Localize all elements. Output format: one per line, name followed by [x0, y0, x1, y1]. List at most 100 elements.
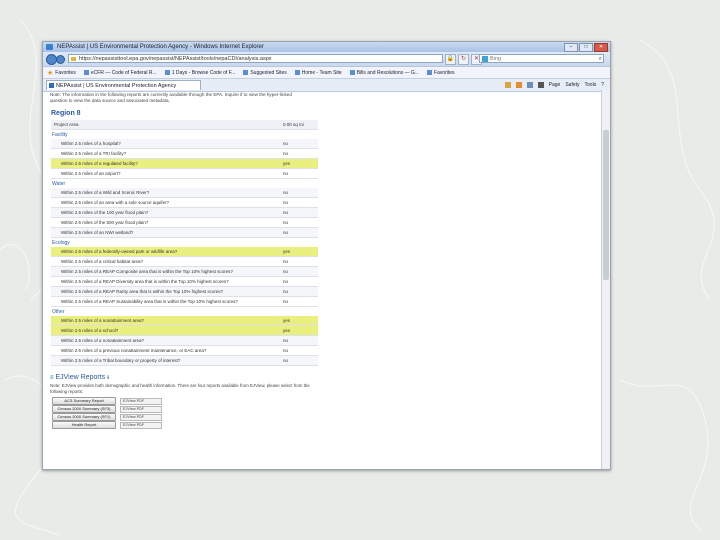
question-link[interactable]: Within 2.5 miles of a federally-owned pa…	[51, 247, 279, 257]
question-link[interactable]: Within 2.5 miles of a REAP Composite are…	[51, 266, 279, 277]
category-row: Ecology	[51, 237, 318, 247]
favorites-item-label: Home - Team Site	[301, 69, 342, 76]
safety-menu[interactable]: Safety	[565, 80, 579, 90]
question-link[interactable]: Within 2.5 miles of a TRI facility?	[51, 148, 279, 159]
page-icon	[243, 70, 249, 75]
question-link[interactable]: Within 2.5 miles of a regulated facility…	[51, 158, 279, 169]
category-row: Other	[51, 306, 318, 316]
question-link[interactable]: Within 2.5 miles of an airport?	[51, 168, 279, 179]
report-pdf-link[interactable]: EJView PDF	[120, 421, 162, 429]
answer-value: no	[279, 266, 318, 277]
table-row: Within 2.5 miles of a nonattainment area…	[51, 335, 318, 346]
epa-icon	[49, 83, 54, 88]
title-bar: NEPAssist | US Environmental Protection …	[43, 42, 610, 52]
close-button[interactable]: ✕	[594, 43, 608, 52]
minimize-button[interactable]: –	[564, 43, 578, 52]
question-link[interactable]: Within 2.5 miles of a critical habitat a…	[51, 256, 279, 267]
category-label[interactable]: Facility	[51, 129, 318, 139]
tools-menu[interactable]: Tools	[585, 80, 597, 90]
question-link[interactable]: Within 2.5 miles of a REAP Rarity area t…	[51, 286, 279, 297]
browser-window: NEPAssist | US Environmental Protection …	[42, 41, 611, 470]
favorites-item[interactable]: Bills and Resolutions — G...	[349, 70, 419, 76]
address-row: https://nepassisttool.epa.gov/nepassist/…	[43, 52, 610, 67]
report-button[interactable]: Health Report	[52, 421, 116, 429]
question-link[interactable]: Within 2.5 miles of an area with a sole …	[51, 197, 279, 208]
scrollbar-thumb[interactable]	[603, 130, 609, 280]
table-row: Within 2.5 miles of an NWI wetland? no	[51, 227, 318, 238]
answer-value: no	[279, 345, 318, 356]
favorites-item[interactable]: Suggested Sites	[243, 69, 287, 76]
report-pdf-link[interactable]: EJView PDF	[120, 405, 162, 413]
table-row: Within 2.5 miles of a Wild and Scenic Ri…	[51, 188, 318, 198]
favorites-item-label: Suggested Sites	[250, 69, 287, 76]
table-row: Within 2.5 miles of a federally-owned pa…	[51, 247, 318, 257]
favorites-button[interactable]: ★ Favorites	[47, 69, 76, 77]
table-header: Project Area 0.00 sq mi	[51, 120, 318, 130]
table-row: Within 2.5 miles of the 500 year flood p…	[51, 217, 318, 228]
question-link[interactable]: Within 2.5 miles of a previous nonattain…	[51, 345, 279, 356]
search-placeholder: Bing	[490, 56, 502, 62]
help-menu[interactable]: ?	[601, 80, 604, 90]
table-row: Within 2.5 miles of a REAP Sustainabilit…	[51, 296, 318, 307]
report-button[interactable]: Census 2000 Summary (SF1)	[52, 413, 116, 421]
question-link[interactable]: Within 2.5 miles of an NWI wetland?	[51, 227, 279, 238]
answer-value: no	[279, 227, 318, 238]
question-link[interactable]: Within 2.5 miles of a hospital?	[51, 139, 279, 149]
favorites-item-label: eCFR — Code of Federal R...	[90, 69, 157, 76]
command-bar: Page Safety Tools ?	[504, 80, 604, 90]
answer-value: no	[279, 256, 318, 267]
address-bar[interactable]: https://nepassisttool.epa.gov/nepassist/…	[68, 54, 443, 63]
favorites-label: Favorites	[55, 69, 76, 76]
report-pdf-link[interactable]: EJView PDF	[120, 413, 162, 421]
tab-nepassist[interactable]: NEPAssist | US Environmental Protection …	[46, 80, 201, 90]
question-link[interactable]: Within 2.5 miles of a REAP Sustainabilit…	[51, 296, 279, 307]
answer-value: no	[279, 188, 318, 198]
scrollbar[interactable]	[601, 90, 610, 469]
header-area-size: 0.00 sq mi	[279, 120, 318, 130]
favorites-item[interactable]: Home - Team Site	[294, 69, 342, 76]
maximize-button[interactable]: □	[579, 43, 593, 52]
search-input[interactable]: Bing ⌕	[479, 54, 604, 63]
table-row: Within 2.5 miles of a REAP Diversity are…	[51, 276, 318, 287]
question-link[interactable]: Within 2.5 miles of a nonattainment area…	[51, 335, 279, 346]
answer-value: no	[279, 335, 318, 346]
star-icon: ★	[47, 69, 54, 77]
question-link[interactable]: Within 2.5 miles of the 100 year flood p…	[51, 207, 279, 218]
forward-icon[interactable]	[56, 55, 65, 64]
category-label[interactable]: Ecology	[51, 237, 318, 247]
lock-status-icon[interactable]: 🔒	[445, 54, 456, 65]
print-icon[interactable]	[537, 82, 544, 88]
search-icon[interactable]: ⌕	[599, 55, 602, 64]
category-label[interactable]: Other	[51, 306, 318, 316]
report-row: Health Report EJView PDF	[52, 421, 601, 429]
table-row: Within 2.5 miles of an airport? no	[51, 168, 318, 179]
question-link[interactable]: Within 2.5 miles of the 500 year flood p…	[51, 217, 279, 228]
refresh-icon[interactable]: ↻	[458, 54, 469, 65]
home-icon[interactable]	[504, 82, 511, 88]
favorites-item[interactable]: 1 Days - Browse Code of F...	[164, 69, 236, 76]
table-row: Within 2.5 miles of a nonattainment area…	[51, 316, 318, 326]
question-link[interactable]: Within 2.5 miles of a school?	[51, 325, 279, 336]
answer-value: no	[279, 139, 318, 149]
report-pdf-link[interactable]: EJView PDF	[120, 397, 162, 405]
table-row: Within 2.5 miles of a critical habitat a…	[51, 256, 318, 267]
info-icon[interactable]: ℹ	[107, 375, 109, 381]
report-button[interactable]: ACS Summary Report	[52, 397, 116, 405]
page-menu[interactable]: Page	[549, 80, 561, 90]
mail-icon[interactable]	[526, 82, 533, 88]
question-link[interactable]: Within 2.5 miles of a REAP Diversity are…	[51, 276, 279, 287]
favorites-item[interactable]: Favorites	[426, 70, 455, 76]
question-link[interactable]: Within 2.5 miles of a Tribal boundary or…	[51, 355, 279, 366]
category-label[interactable]: Water	[51, 178, 318, 188]
question-link[interactable]: Within 2.5 miles of a Wild and Scenic Ri…	[51, 188, 279, 198]
page-content: Note: The information in the following r…	[43, 90, 601, 469]
region-title: Region 8	[51, 110, 81, 117]
feeds-icon[interactable]	[515, 82, 522, 88]
report-row: ACS Summary Report EJView PDF	[52, 397, 601, 405]
favorites-item-label: 1 Days - Browse Code of F...	[171, 69, 236, 76]
report-button[interactable]: Census 2000 Summary (SF3)	[52, 405, 116, 413]
favorites-item[interactable]: eCFR — Code of Federal R...	[83, 69, 157, 76]
collapse-icon[interactable]: ≡	[50, 375, 54, 381]
page-icon	[349, 70, 355, 75]
question-link[interactable]: Within 2.5 miles of a nonattainment area…	[51, 316, 279, 326]
